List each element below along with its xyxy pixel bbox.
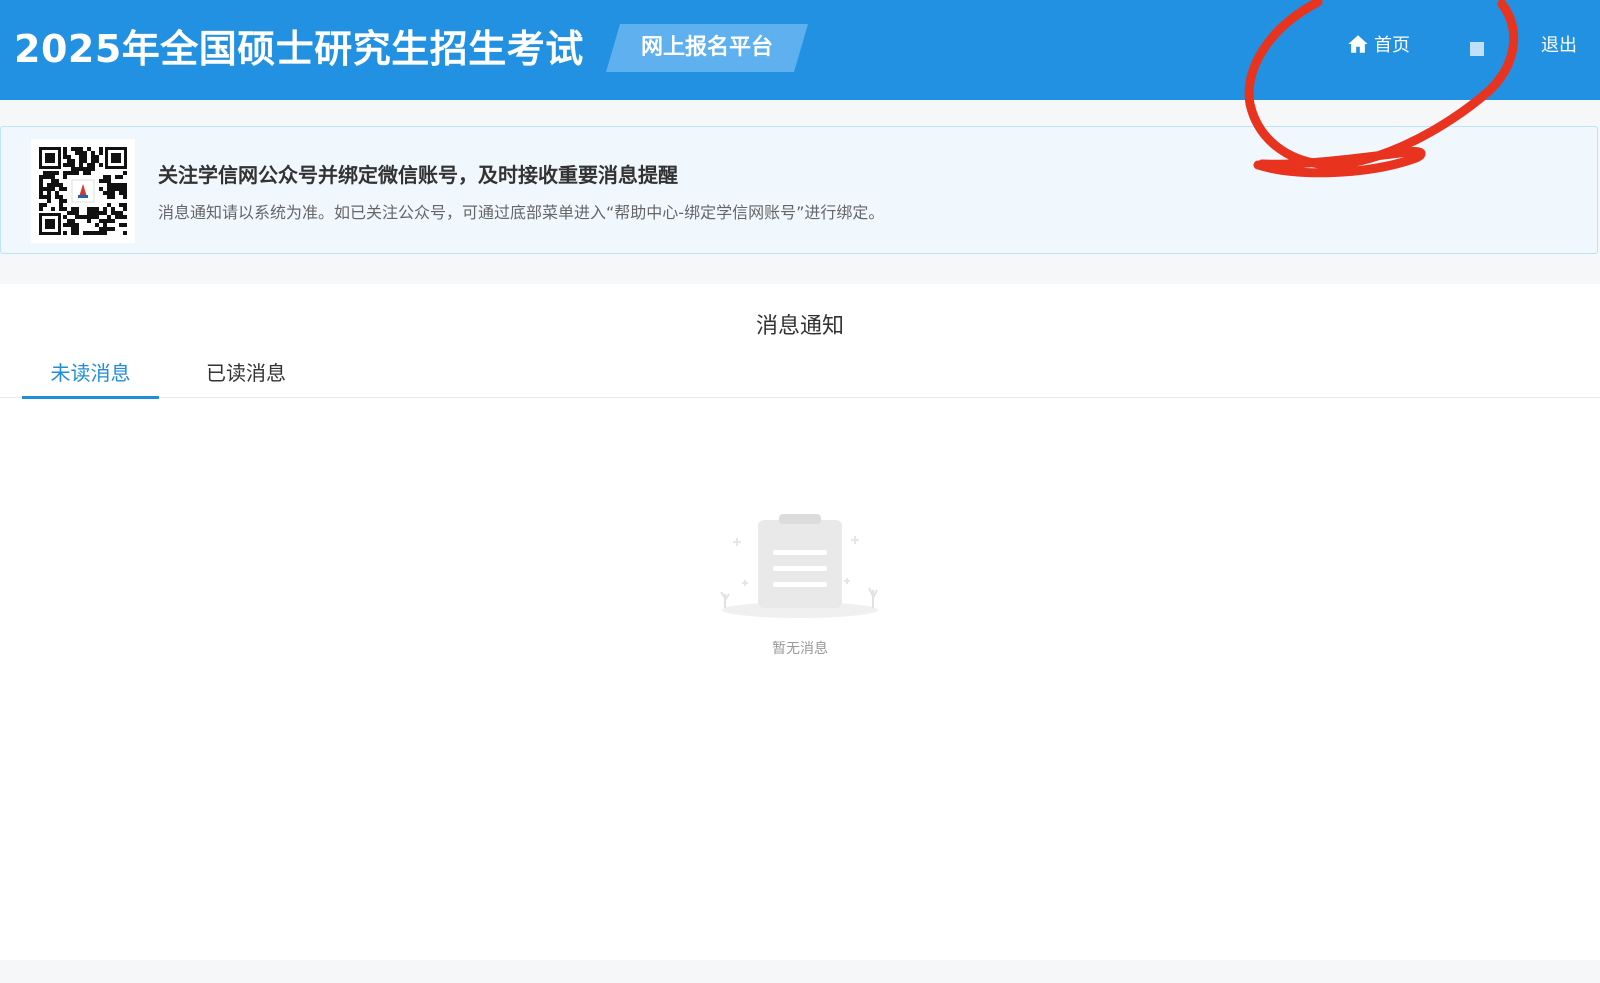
home-icon <box>1348 35 1368 53</box>
empty-state-text: 暂无消息 <box>772 641 828 657</box>
tab-unread-messages[interactable]: 未读消息 <box>22 348 159 399</box>
site-title: 2025年全国硕士研究生招生考试 <box>14 27 584 71</box>
platform-badge-label: 网上报名平台 <box>640 35 773 60</box>
message-panel-title: 消息通知 <box>755 314 844 339</box>
notice-description: 消息通知请以系统为准。如已关注公众号，可通过底部菜单进入“帮助中心-绑定学信网账… <box>158 203 885 222</box>
message-panel: 消息通知 未读消息 已读消息 暂无消息 <box>0 284 1600 960</box>
tab-read-messages[interactable]: 已读消息 <box>181 348 311 398</box>
logout-link[interactable]: 退出 <box>1541 31 1577 57</box>
notice-title: 关注学信网公众号并绑定微信账号，及时接收重要消息提醒 <box>158 163 678 187</box>
home-link[interactable]: 首页 <box>1347 30 1410 58</box>
qr-code-image <box>31 139 135 243</box>
empty-clipboard-icon <box>715 510 885 630</box>
wechat-notice-banner: 关注学信网公众号并绑定微信账号，及时接收重要消息提醒 消息通知请以系统为准。如已… <box>0 126 1598 254</box>
qr-code <box>31 139 135 243</box>
nav-placeholder-square[interactable] <box>1470 42 1484 56</box>
top-header: 2025年全国硕士研究生招生考试 网上报名平台 首页 退出 <box>0 0 1600 100</box>
platform-badge: 网上报名平台 <box>606 24 808 72</box>
message-tabs: 未读消息 已读消息 <box>0 348 1600 399</box>
home-link-label: 首页 <box>1374 35 1410 56</box>
